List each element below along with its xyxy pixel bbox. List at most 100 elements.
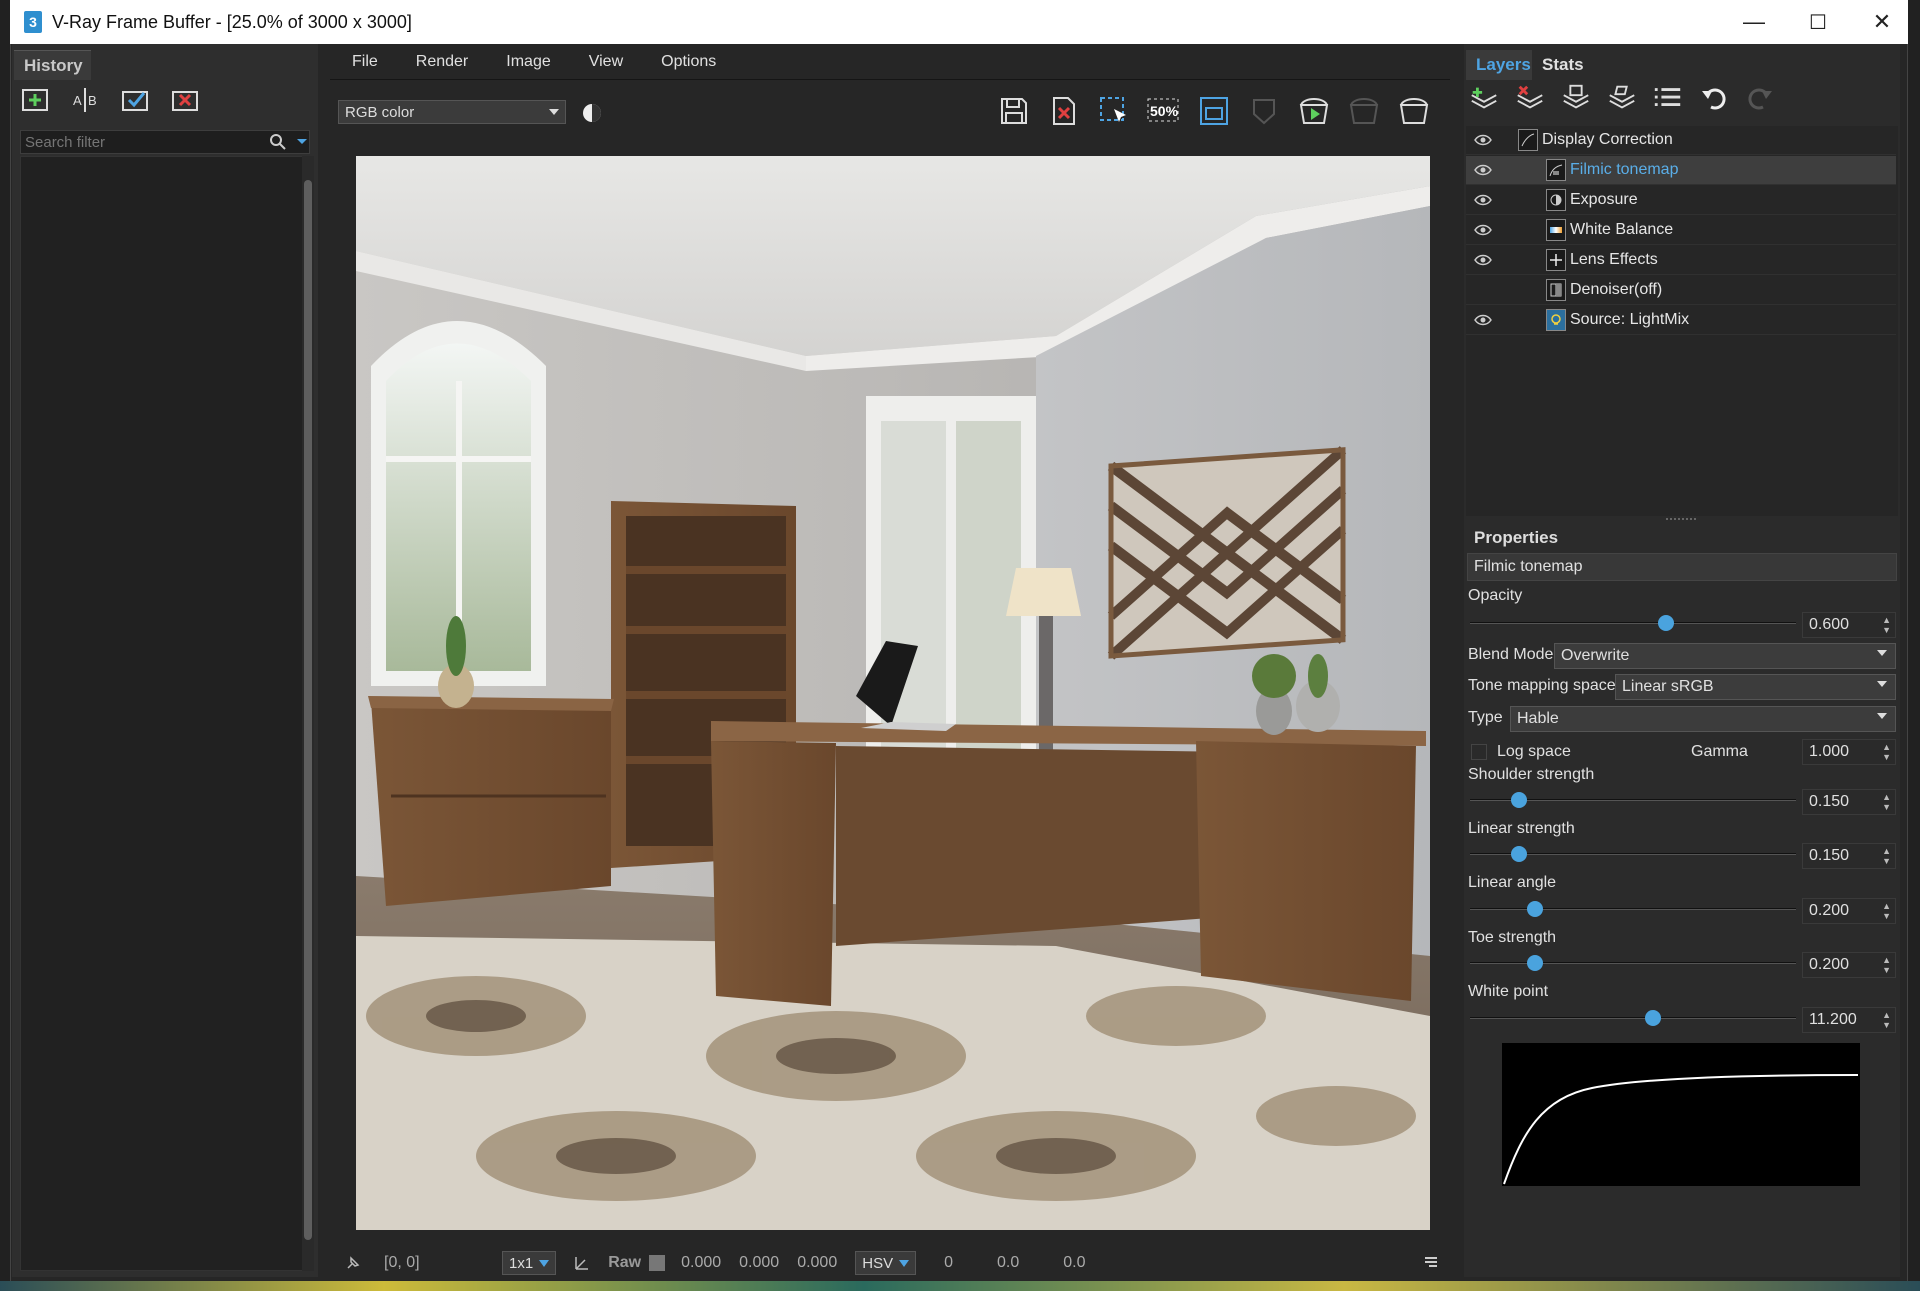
- save-layers-icon[interactable]: [1560, 82, 1592, 114]
- region-render-icon[interactable]: [1196, 90, 1232, 132]
- load-layers-icon[interactable]: [1606, 82, 1638, 114]
- layer-label: Denoiser(off): [1570, 281, 1663, 298]
- tone-mapping-space-select[interactable]: Linear sRGB: [1615, 674, 1896, 700]
- spinner-value: 0.200: [1809, 956, 1850, 973]
- sample-select[interactable]: 1x1: [502, 1251, 557, 1275]
- load-history-icon[interactable]: [120, 84, 152, 116]
- eye-icon[interactable]: [1474, 194, 1492, 206]
- delete-layer-icon[interactable]: [1514, 82, 1546, 114]
- slider-knob[interactable]: [1644, 1010, 1661, 1026]
- shoulder-strength-spinner[interactable]: 0.150 ▲ ▼: [1802, 789, 1896, 815]
- save-image-icon[interactable]: [996, 90, 1032, 132]
- toe-strength-slider[interactable]: [1470, 955, 1796, 971]
- eye-icon[interactable]: [1474, 254, 1492, 266]
- linear-strength-spinner[interactable]: 0.150 ▲ ▼: [1802, 843, 1896, 869]
- opacity-slider[interactable]: [1470, 615, 1796, 631]
- tab-stats[interactable]: Stats: [1532, 50, 1592, 80]
- spinner-value: 0.200: [1809, 902, 1850, 919]
- stop-render-icon: [1346, 90, 1382, 132]
- sample-value: 1x1: [509, 1254, 534, 1272]
- slider-knob[interactable]: [1510, 846, 1527, 862]
- close-button[interactable]: ✕: [1850, 0, 1914, 44]
- linear-strength-slider[interactable]: [1470, 846, 1796, 862]
- chevron-down-icon[interactable]: [295, 137, 309, 147]
- spinner-value: 0.150: [1809, 793, 1850, 810]
- layer-list-icon[interactable]: [1652, 82, 1684, 114]
- white-point-slider[interactable]: [1470, 1010, 1796, 1026]
- colorspace-select[interactable]: HSV: [855, 1251, 917, 1275]
- ab-compare-icon[interactable]: AB: [70, 84, 102, 116]
- layer-label: Exposure: [1570, 191, 1638, 208]
- eye-icon[interactable]: [1474, 314, 1492, 326]
- svg-text:50%: 50%: [1150, 103, 1179, 119]
- log-icon[interactable]: [1424, 1256, 1438, 1268]
- eye-icon[interactable]: [1474, 164, 1492, 176]
- type-select[interactable]: Hable: [1510, 706, 1896, 732]
- layer-white-balance[interactable]: White Balance: [1466, 216, 1896, 245]
- history-scrollbar[interactable]: [302, 156, 314, 1271]
- layer-display-correction[interactable]: Display Correction: [1466, 126, 1896, 155]
- menu-image[interactable]: Image: [484, 53, 566, 71]
- layer-denoiser[interactable]: Denoiser(off): [1466, 276, 1896, 305]
- undo-icon[interactable]: [1698, 82, 1730, 114]
- layer-name-field[interactable]: Filmic tonemap: [1467, 553, 1897, 581]
- layer-lens-effects[interactable]: Lens Effects: [1466, 246, 1896, 275]
- slider-knob[interactable]: [1657, 615, 1674, 631]
- search-input[interactable]: [21, 133, 251, 151]
- blend-mode-select[interactable]: Overwrite: [1554, 643, 1896, 669]
- channel-value: RGB color: [345, 103, 415, 121]
- maximize-button[interactable]: ☐: [1786, 0, 1850, 44]
- layer-filmic-tonemap[interactable]: Filmic tonemap: [1466, 156, 1896, 185]
- gamma-spinner[interactable]: 1.000 ▲ ▼: [1802, 739, 1896, 765]
- render-icon[interactable]: [1396, 90, 1432, 132]
- scrollbar-thumb[interactable]: [304, 180, 312, 1240]
- track-mouse-icon[interactable]: [1096, 90, 1132, 132]
- dropdown-value: Overwrite: [1561, 647, 1630, 664]
- opacity-label: Opacity: [1468, 587, 1523, 604]
- search-icon[interactable]: [269, 133, 287, 151]
- eye-icon[interactable]: [1474, 134, 1492, 146]
- start-interactive-icon[interactable]: [1296, 90, 1332, 132]
- layer-exposure[interactable]: Exposure: [1466, 186, 1896, 215]
- linear-angle-slider[interactable]: [1470, 901, 1796, 917]
- minimize-button[interactable]: —: [1722, 0, 1786, 44]
- layer-tree: Display Correction Filmic tonemap Exposu…: [1466, 126, 1898, 516]
- g-value: 0.000: [739, 1254, 780, 1271]
- save-to-history-icon[interactable]: [20, 84, 52, 116]
- rendered-image: [356, 156, 1430, 1230]
- clear-image-icon[interactable]: [1046, 90, 1082, 132]
- channel-select[interactable]: RGB color: [338, 100, 566, 124]
- linear-strength-label: Linear strength: [1468, 820, 1575, 837]
- toe-strength-label: Toe strength: [1468, 929, 1557, 946]
- type-label: Type: [1468, 709, 1503, 726]
- menu-bar: File Render Image View Options: [330, 44, 1450, 80]
- menu-render[interactable]: Render: [394, 53, 484, 71]
- menu-view[interactable]: View: [567, 53, 639, 71]
- tab-layers[interactable]: Layers: [1466, 50, 1532, 80]
- layer-source-lightmix[interactable]: Source: LightMix: [1466, 306, 1896, 335]
- pin-icon[interactable]: [346, 1256, 360, 1270]
- properties-title: Properties: [1474, 528, 1559, 547]
- menu-options[interactable]: Options: [639, 53, 732, 71]
- menu-file[interactable]: File: [330, 53, 394, 71]
- remove-history-icon[interactable]: [170, 84, 202, 116]
- history-search: [20, 130, 310, 154]
- pick-color-icon[interactable]: [574, 1255, 590, 1271]
- tab-history[interactable]: History: [14, 50, 91, 80]
- zoom-50-icon[interactable]: 50%: [1146, 90, 1182, 132]
- white-point-label: White point: [1468, 983, 1549, 1000]
- create-layer-icon[interactable]: [1468, 82, 1500, 114]
- eye-icon[interactable]: [1474, 224, 1492, 236]
- white-point-spinner[interactable]: 11.200 ▲ ▼: [1802, 1007, 1896, 1033]
- title-bar: 3 V-Ray Frame Buffer - [25.0% of 3000 x …: [10, 0, 1908, 44]
- toe-strength-spinner[interactable]: 0.200 ▲ ▼: [1802, 952, 1896, 978]
- dropdown-value: Linear sRGB: [1622, 678, 1714, 695]
- linear-angle-spinner[interactable]: 0.200 ▲ ▼: [1802, 898, 1896, 924]
- panel-splitter[interactable]: [1464, 516, 1900, 522]
- b-value: 0.000: [797, 1254, 838, 1271]
- color-clamp-icon[interactable]: [581, 102, 603, 124]
- slider-knob[interactable]: [1510, 792, 1527, 808]
- opacity-spinner[interactable]: 0.600 ▲ ▼: [1802, 612, 1896, 638]
- shoulder-strength-slider[interactable]: [1470, 792, 1796, 808]
- log-space-checkbox[interactable]: [1471, 744, 1487, 760]
